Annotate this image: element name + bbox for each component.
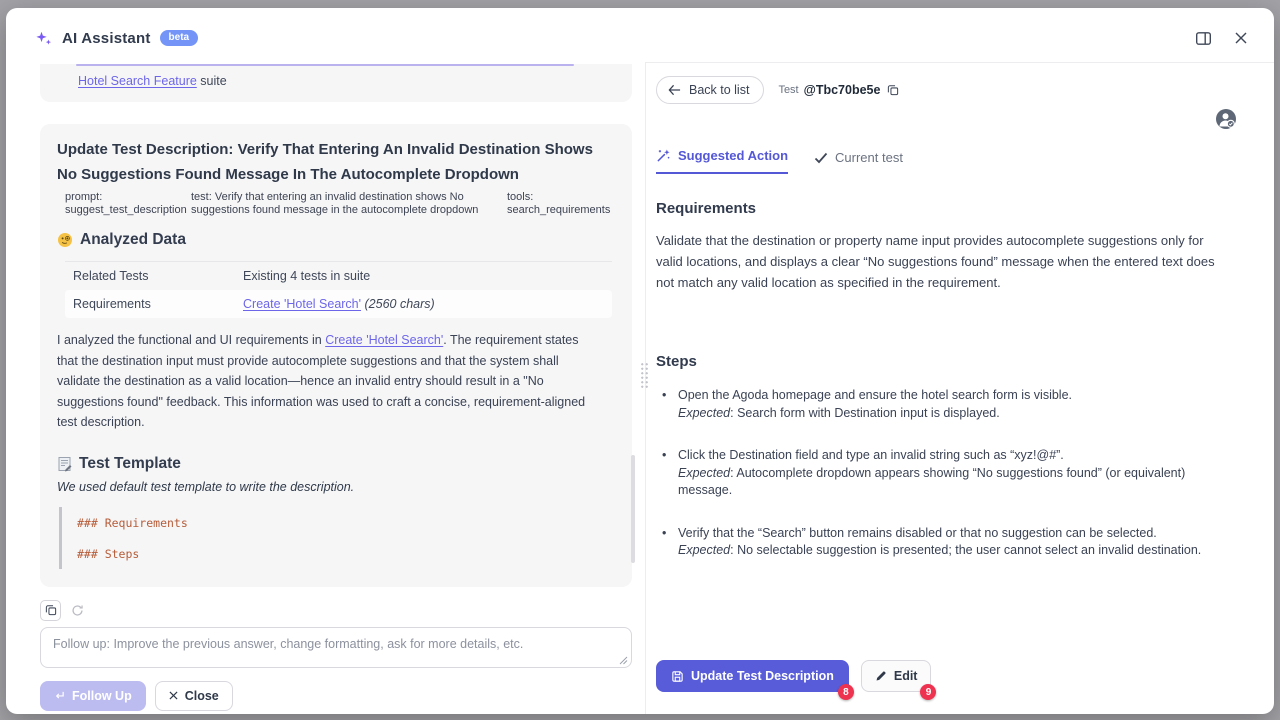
wand-icon xyxy=(656,148,671,163)
test-template-heading: Test Template xyxy=(57,455,612,473)
bullet-icon: • xyxy=(656,447,678,500)
panel-toggle-button[interactable] xyxy=(1193,28,1214,49)
step-item: • Open the Agoda homepage and ensure the… xyxy=(656,387,1234,422)
table-row-requirements: Requirements Create 'Hotel Search' (2560… xyxy=(65,290,612,318)
test-detail-panel: Back to list Test @Tbc70be5e xyxy=(646,62,1274,714)
tab-current-test[interactable]: Current test xyxy=(814,150,903,174)
previous-message-card: Hotel Search Feature suite xyxy=(40,64,632,102)
prompt-meta: prompt: suggest_test_description test: V… xyxy=(65,191,612,217)
analyzed-data-table: Related Tests Existing 4 tests in suite … xyxy=(65,261,612,318)
message-action-bar xyxy=(40,600,632,621)
analysis-paragraph: I analyzed the functional and UI require… xyxy=(57,330,597,433)
requirements-text: Validate that the destination or propert… xyxy=(656,230,1228,293)
copy-icon xyxy=(45,604,57,616)
step-action: Open the Agoda homepage and ensure the h… xyxy=(678,388,1072,402)
detail-tabs: Suggested Action Current test xyxy=(656,148,1234,174)
char-count-note: (2560 chars) xyxy=(365,297,435,311)
table-row-related-tests: Related Tests Existing 4 tests in suite xyxy=(65,262,612,290)
assistant-message-card: Update Test Description: Verify That Ent… xyxy=(40,124,632,587)
code-line: ### Steps xyxy=(77,547,612,561)
update-test-description-button[interactable]: Update Test Description 8 xyxy=(656,660,849,692)
step-action: Click the Destination field and type an … xyxy=(678,448,1064,462)
step-item: • Click the Destination field and type a… xyxy=(656,447,1234,500)
meta-test: test: Verify that entering an invalid de… xyxy=(191,191,499,217)
test-id: @Tbc70be5e xyxy=(804,83,881,97)
user-avatar[interactable] xyxy=(1215,108,1237,130)
element-badge-8: 8 xyxy=(838,684,854,700)
refresh-icon xyxy=(71,604,84,617)
chat-scrollbar[interactable] xyxy=(631,455,635,563)
pencil-icon xyxy=(875,670,887,682)
back-to-list-button[interactable]: Back to list xyxy=(656,76,764,104)
suggested-action-content: Requirements Validate that the destinati… xyxy=(656,200,1234,560)
beta-badge: beta xyxy=(160,30,199,46)
copy-response-button[interactable] xyxy=(40,600,61,621)
check-icon xyxy=(814,152,828,164)
meta-prompt: prompt: suggest_test_description xyxy=(65,191,183,217)
panel-toggle-icon xyxy=(1195,30,1212,47)
sparkles-icon xyxy=(34,29,53,48)
hotel-search-feature-link[interactable]: Hotel Search Feature xyxy=(78,74,197,88)
back-arrow-icon xyxy=(668,84,681,96)
copy-test-id-button[interactable] xyxy=(885,82,901,98)
chat-panel: Hotel Search Feature suite Update Test D… xyxy=(6,62,645,714)
bullet-icon: • xyxy=(656,387,678,422)
dialog-header: AI Assistant beta xyxy=(6,8,1274,62)
analyzed-data-heading: Analyzed Data xyxy=(57,231,612,249)
template-code-block: ### Requirements ### Steps xyxy=(59,507,612,569)
regenerate-button[interactable] xyxy=(67,600,88,621)
close-dialog-button[interactable] xyxy=(1232,29,1250,47)
bullet-icon: • xyxy=(656,525,678,560)
close-icon xyxy=(1234,31,1248,45)
tab-suggested-action[interactable]: Suggested Action xyxy=(656,148,788,174)
detail-action-bar: Update Test Description 8 Edit 9 xyxy=(656,660,931,692)
previous-message-text: Hotel Search Feature suite xyxy=(40,66,632,88)
close-x-icon xyxy=(169,691,178,700)
test-label: Test xyxy=(778,84,798,96)
edit-button[interactable]: Edit 9 xyxy=(861,660,932,692)
message-title: Update Test Description: Verify That Ent… xyxy=(57,137,612,187)
dialog-title: AI Assistant xyxy=(62,30,151,47)
code-line: ### Requirements xyxy=(77,516,612,530)
step-expected: Expected: Autocomplete dropdown appears … xyxy=(678,466,1185,498)
thinking-face-icon xyxy=(57,232,73,248)
steps-heading: Steps xyxy=(656,353,1234,370)
step-expected: Expected: No selectable suggestion is pr… xyxy=(678,543,1201,557)
enter-icon xyxy=(54,690,65,701)
requirements-heading: Requirements xyxy=(656,200,1234,217)
requirement-doc-link[interactable]: Create 'Hotel Search' xyxy=(243,297,361,311)
memo-icon xyxy=(57,456,72,472)
save-icon xyxy=(671,670,684,683)
step-expected: Expected: Search form with Destination i… xyxy=(678,406,1000,420)
meta-tools: tools: search_requirements xyxy=(507,191,612,217)
copy-icon xyxy=(887,84,899,96)
ai-assistant-dialog: AI Assistant beta xyxy=(6,8,1274,714)
close-chat-button[interactable]: Close xyxy=(155,681,233,711)
steps-list: • Open the Agoda homepage and ensure the… xyxy=(656,387,1234,560)
detail-header: Back to list Test @Tbc70be5e xyxy=(656,76,1234,104)
step-action: Verify that the “Search” button remains … xyxy=(678,526,1157,540)
element-badge-9: 9 xyxy=(920,684,936,700)
template-note: We used default test template to write t… xyxy=(57,480,612,494)
step-item: • Verify that the “Search” button remain… xyxy=(656,525,1234,560)
followup-input[interactable] xyxy=(40,627,632,668)
analysis-requirement-link[interactable]: Create 'Hotel Search' xyxy=(325,333,443,347)
follow-up-button[interactable]: Follow Up xyxy=(40,681,146,711)
